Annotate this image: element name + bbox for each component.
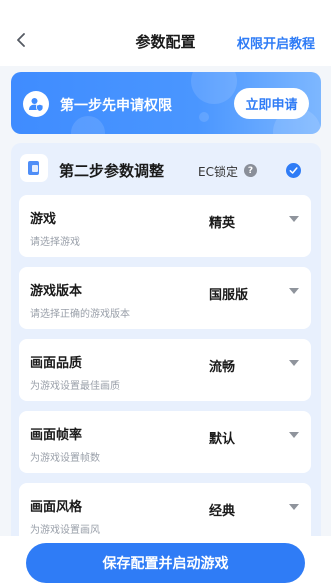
decor-bubble [71, 116, 105, 134]
setting-value: 默认 [209, 432, 236, 447]
check-icon [289, 167, 298, 174]
ec-lock-checkbox[interactable] [286, 163, 301, 178]
bottom-bar: 保存配置并启动游戏 [0, 536, 331, 588]
decor-bubble [191, 72, 237, 104]
caret-down-icon [289, 504, 299, 510]
top-bar: 参数配置 权限开启教程 [0, 0, 331, 66]
setting-description: 请选择游戏 [30, 237, 80, 248]
setting-description: 为游戏设置画风 [30, 525, 100, 536]
caret-down-icon [289, 288, 299, 294]
setting-frame-rate-select[interactable]: 画面帧率 为游戏设置帧数 默认 [19, 411, 311, 473]
setting-name: 画面风格 [30, 500, 83, 515]
user-shield-icon [23, 91, 49, 117]
content-area: 第一步先申请权限 立即申请 第二步参数调整 EC锁定 ? 游戏 请选择游戏 精英 [0, 66, 331, 536]
apply-now-button[interactable]: 立即申请 [234, 88, 309, 119]
setting-value: 流畅 [209, 360, 236, 375]
setting-name: 游戏版本 [30, 284, 83, 299]
step2-title: 第二步参数调整 [59, 162, 165, 180]
setting-name: 画面品质 [30, 356, 83, 371]
setting-value: 精英 [209, 216, 236, 231]
setting-graphics-style-select[interactable]: 画面风格 为游戏设置画风 经典 [19, 483, 311, 536]
step1-permission-banner: 第一步先申请权限 立即申请 [11, 72, 321, 134]
step2-parameter-panel: 第二步参数调整 EC锁定 ? 游戏 请选择游戏 精英 游戏版本 请选择正确的游戏… [11, 143, 321, 536]
decor-bubble [199, 112, 209, 122]
setting-name: 游戏 [30, 212, 57, 227]
caret-down-icon [289, 360, 299, 366]
caret-down-icon [289, 432, 299, 438]
setting-game-select[interactable]: 游戏 请选择游戏 精英 [19, 195, 311, 257]
document-icon [20, 154, 48, 182]
step1-title: 第一步先申请权限 [60, 98, 172, 114]
permission-tutorial-link[interactable]: 权限开启教程 [237, 33, 315, 52]
setting-game-version-select[interactable]: 游戏版本 请选择正确的游戏版本 国服版 [19, 267, 311, 329]
setting-description: 为游戏设置帧数 [30, 453, 100, 464]
setting-value: 经典 [209, 504, 236, 519]
setting-value: 国服版 [209, 288, 249, 303]
help-icon[interactable]: ? [244, 164, 257, 177]
caret-down-icon [289, 216, 299, 222]
setting-description: 请选择正确的游戏版本 [30, 309, 130, 320]
step2-header: 第二步参数调整 EC锁定 ? [11, 143, 321, 198]
setting-graphics-quality-select[interactable]: 画面品质 为游戏设置最佳画质 流畅 [19, 339, 311, 401]
ec-lock-label: EC锁定 [198, 165, 238, 179]
setting-name: 画面帧率 [30, 428, 83, 443]
setting-description: 为游戏设置最佳画质 [30, 381, 120, 392]
save-and-launch-button[interactable]: 保存配置并启动游戏 [26, 543, 305, 583]
